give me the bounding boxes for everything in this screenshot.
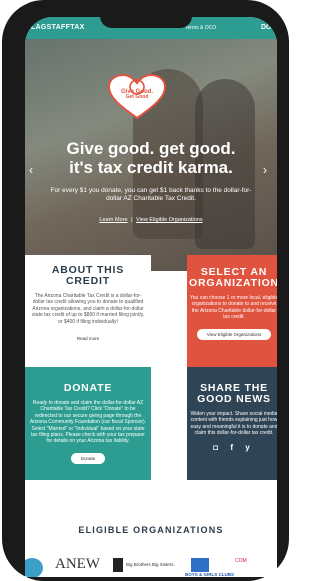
donate-card: DONATE Ready to donate and claim the dol… [25,367,151,480]
give-good-logo: Give Good. Get Good [107,73,167,120]
nav-links[interactable]: Terms & OCO [185,25,216,31]
bgc-mark-icon [191,558,209,572]
phone-notch [100,10,192,28]
eligible-organizations-section: ELIGIBLE ORGANIZATIONS ANEW Big Brothers… [25,480,277,577]
card-title: SELECT AN ORGANIZATION [189,266,277,289]
site-brand-link[interactable]: LAGSTAFFTAX [31,24,85,31]
instagram-icon[interactable]: ◘ [213,443,223,452]
view-eligible-organizations-button[interactable]: View Eligible Organizations [196,328,272,340]
hero-title-line: Give good. get good. [66,139,236,158]
logo-text: ANEW [55,556,100,572]
anew-living-logo[interactable]: ANEW [55,556,100,573]
logo-text: BOYS & GIRLS CLUBS [185,572,235,577]
card-title: DONATE [63,382,113,394]
card-body: You can choose 1 or more local, eligible… [189,295,277,321]
bbbs-mark-icon [113,558,123,572]
share-good-news-card: SHARE THE GOOD NEWS Widen your impact. S… [187,367,277,480]
organization-logo[interactable] [25,558,43,577]
hero-links: Learn More | View Eligible Organizations [25,217,277,223]
select-organization-card: SELECT AN ORGANIZATION You can choose 1 … [187,255,277,367]
social-links[interactable]: f y [230,443,254,452]
card-body: Widen your impact. Share social media co… [190,411,277,437]
logo-text: Big Brothers Big Sisters. [126,562,175,568]
card-title: SHARE THE GOOD NEWS [197,382,271,405]
logo-text: COM [235,558,247,564]
section-title: ELIGIBLE ORGANIZATIONS [78,525,224,535]
read-more-button[interactable]: Read more [67,333,109,344]
organization-logos: ANEW Big Brothers Big Sisters. BOYS & GI… [25,556,277,577]
link-separator: | [131,217,133,223]
organization-logo[interactable]: COM [235,558,247,564]
card-title: ABOUT THIS CREDIT [51,264,125,287]
donate-button[interactable]: Donate [70,452,106,464]
social-icons: ◘ f y [189,443,277,452]
big-brothers-big-sisters-logo[interactable]: Big Brothers Big Sisters. [113,558,175,572]
learn-more-link[interactable]: Learn More [99,217,127,223]
card-body: The Arizona Charitable Tax Credit is a d… [31,293,145,325]
logo-text: Get Good [125,94,149,100]
boys-girls-clubs-logo[interactable]: BOYS & GIRLS CLUBS [185,558,234,577]
phone-screen: LAGSTAFFTAX Terms & OCO DO Give Good. Ge… [25,17,277,577]
about-credit-card: ABOUT THIS CREDIT The Arizona Charitable… [25,255,151,367]
card-body: Ready to donate and claim the dollar-for… [29,400,147,445]
hero-section: Give Good. Get Good ‹ › Give good. get g… [25,39,277,271]
hero-subtitle: For every $1 you donate, you can get $1 … [50,187,252,202]
phone-frame: LAGSTAFFTAX Terms & OCO DO Give Good. Ge… [2,0,289,581]
nav-donate-link[interactable]: DO [261,24,272,31]
hero-title-line: it's tax credit karma. [69,158,233,177]
hero-title: Give good. get good. it's tax credit kar… [25,139,277,177]
view-organizations-link[interactable]: View Eligible Organizations [136,217,203,223]
